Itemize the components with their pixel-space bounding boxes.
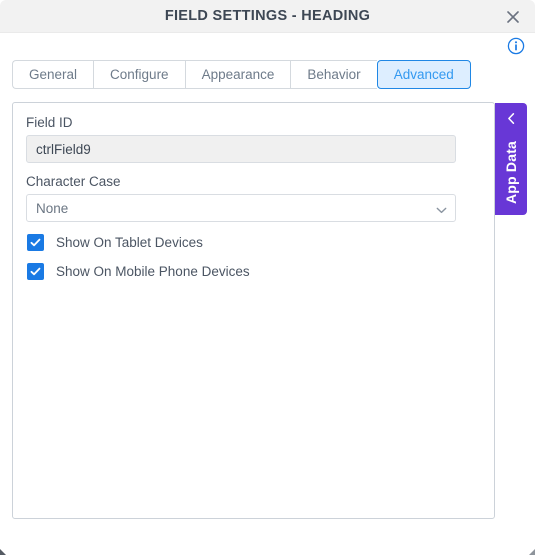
field-settings-dialog: FIELD SETTINGS - HEADING General Configu… <box>0 0 535 555</box>
info-row <box>0 33 535 58</box>
character-case-label: Character Case <box>26 174 121 189</box>
app-data-label: App Data <box>503 140 519 204</box>
character-case-value[interactable]: None <box>26 194 456 222</box>
field-id-label: Field ID <box>26 115 73 130</box>
resize-handle-bottom-right[interactable] <box>521 541 535 555</box>
show-on-tablet-devices-label: Show On Tablet Devices <box>56 235 203 250</box>
check-icon[interactable] <box>27 263 44 280</box>
check-icon[interactable] <box>27 234 44 251</box>
settings-tab-bar: General Configure Appearance Behavior Ad… <box>12 60 471 89</box>
show-on-mobile-phone-devices-checkbox-row[interactable]: Show On Mobile Phone Devices <box>27 263 250 280</box>
character-case-select[interactable]: None <box>26 194 456 222</box>
tab-general[interactable]: General <box>12 60 94 89</box>
chevron-left-icon <box>495 112 527 125</box>
tab-appearance[interactable]: Appearance <box>184 60 291 89</box>
field-id-input[interactable] <box>26 135 456 163</box>
advanced-settings-panel: Field ID Character Case None Sh <box>12 102 495 519</box>
dialog-titlebar: FIELD SETTINGS - HEADING <box>0 0 535 33</box>
info-circle-icon[interactable] <box>507 37 525 55</box>
tab-configure[interactable]: Configure <box>93 60 185 89</box>
character-case-group: Character Case None <box>26 174 456 222</box>
field-id-group: Field ID <box>26 115 456 163</box>
tab-advanced[interactable]: Advanced <box>376 60 471 89</box>
resize-handle-bottom-left[interactable] <box>0 541 14 555</box>
app-data-panel-toggle[interactable]: App Data <box>495 103 527 215</box>
tab-behavior[interactable]: Behavior <box>290 60 377 89</box>
show-on-mobile-phone-devices-label: Show On Mobile Phone Devices <box>56 264 250 279</box>
close-icon[interactable] <box>501 5 525 29</box>
dialog-title: FIELD SETTINGS - HEADING <box>164 8 371 24</box>
show-on-tablet-devices-checkbox-row[interactable]: Show On Tablet Devices <box>27 234 203 251</box>
